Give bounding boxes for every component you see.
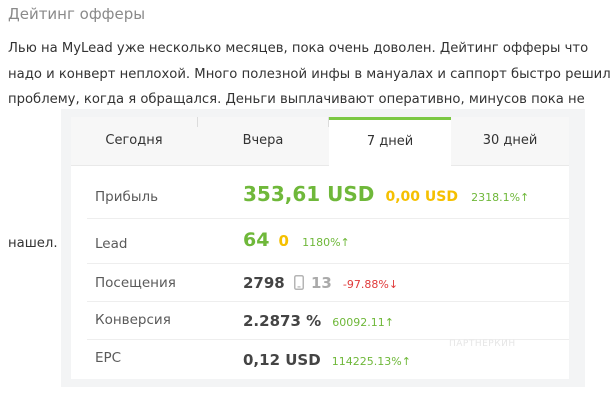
stat-values: 0,12 USD 114225.13%↑ [243, 350, 411, 369]
epc-change: 114225.13% [331, 355, 402, 368]
tab-yesterday[interactable]: Вчера [198, 117, 328, 165]
stat-row-conversion: Конверсия 2.2873 % 60092.11↑ [87, 301, 569, 340]
arrow-up-icon: ↑ [520, 191, 530, 204]
arrow-up-icon: ↑ [340, 236, 350, 249]
visits-mobile-value: 13 [310, 274, 332, 292]
paragraph-line: Лью на MyLead уже несколько месяцев, пок… [8, 41, 589, 56]
stat-row-profit: Прибыль 353,61 USD 0,00 USD 2318.1%↑ [87, 169, 569, 219]
article-heading: Дейтинг офферы [8, 5, 146, 23]
visits-value: 2798 [243, 274, 285, 292]
tab-30-days[interactable]: 30 дней [451, 117, 569, 165]
stat-row-visits: Посещения 2798 13 -97.88%↓ [87, 263, 569, 302]
stats-screenshot-card: Сегодня Вчера 7 дней 30 дней Прибыль 353… [61, 109, 585, 387]
stat-label: Lead [95, 236, 128, 252]
profit-value: 353,61 USD [243, 182, 375, 206]
period-tabs: Сегодня Вчера 7 дней 30 дней [71, 117, 569, 166]
stat-values: 353,61 USD 0,00 USD 2318.1%↑ [243, 182, 529, 206]
stat-label: EPC [95, 350, 122, 366]
phone-icon [293, 275, 304, 294]
paragraph-line: надо и конверт неплохой. Много полезной … [8, 66, 610, 82]
stat-label: Прибыль [95, 189, 159, 205]
stat-values: 64 0 1180%↑ [243, 229, 350, 251]
arrow-up-icon: ↑ [401, 355, 411, 368]
stat-values: 2.2873 % 60092.11↑ [243, 311, 394, 330]
tab-7-days[interactable]: 7 дней [329, 117, 451, 166]
tab-today[interactable]: Сегодня [71, 117, 197, 165]
conversion-change: 60092.11 [332, 316, 385, 329]
conversion-value: 2.2873 % [243, 312, 322, 330]
paragraph-tail: нашел. [8, 236, 58, 251]
epc-value: 0,12 USD [243, 351, 321, 369]
watermark-logo: ПАРТНЕРКИН [449, 339, 516, 349]
lead-pending-value: 0 [278, 232, 289, 250]
stat-label: Конверсия [95, 312, 171, 328]
lead-change: 1180% [302, 236, 341, 249]
stat-row-lead: Lead 64 0 1180%↑ [87, 218, 569, 264]
visits-change: -97.88% [342, 278, 389, 291]
arrow-up-icon: ↑ [384, 316, 394, 329]
profit-pending-value: 0,00 USD [385, 189, 458, 205]
arrow-down-icon: ↓ [388, 278, 399, 291]
profit-change: 2318.1% [471, 191, 521, 204]
stat-values: 2798 13 -97.88%↓ [243, 273, 398, 294]
review-paragraph: Лью на MyLead уже несколько месяцев, пок… [8, 36, 610, 113]
stat-label: Посещения [95, 275, 176, 291]
lead-value: 64 [243, 229, 270, 251]
